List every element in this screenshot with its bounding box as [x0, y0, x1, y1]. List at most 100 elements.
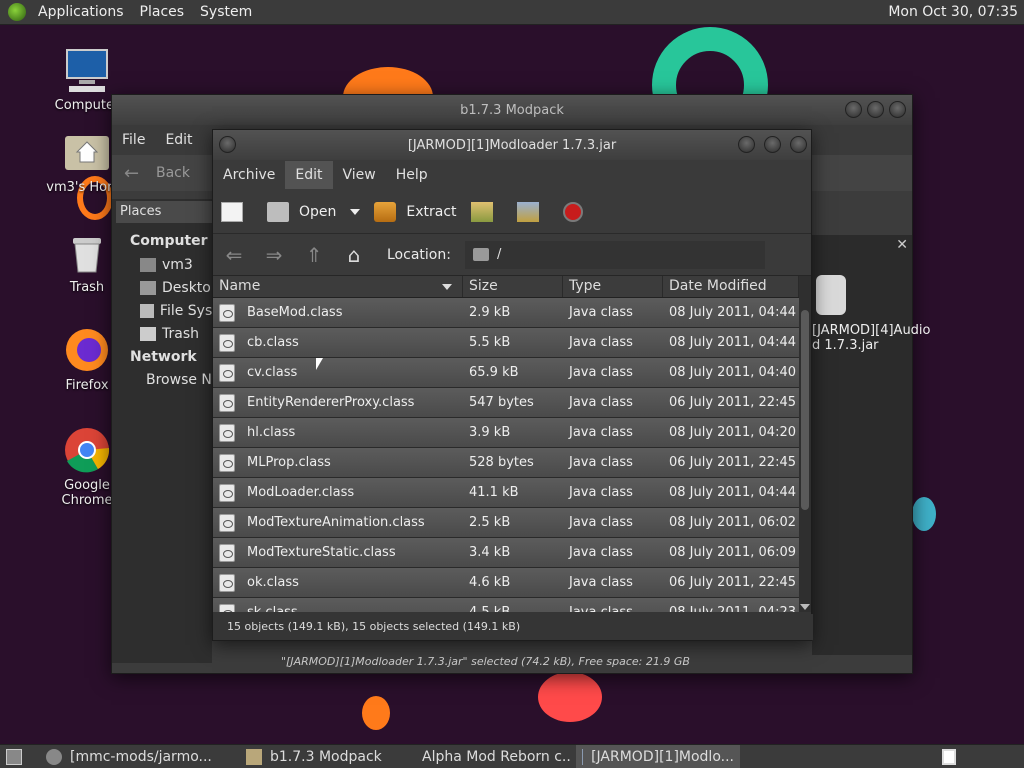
close-icon[interactable]: ✕: [896, 237, 908, 253]
menubar: Archive Edit View Help: [213, 160, 811, 190]
window-titlebar[interactable]: [JARMOD][1]Modloader 1.7.3.jar: [213, 130, 811, 160]
menu-help[interactable]: Help: [386, 161, 438, 189]
forward-arrow-icon[interactable]: ⇒: [263, 244, 285, 266]
distro-logo-icon[interactable]: [8, 3, 26, 21]
places-header[interactable]: Places: [116, 201, 212, 223]
up-arrow-icon[interactable]: ⇑: [303, 244, 325, 266]
places-menu[interactable]: Places: [132, 4, 193, 20]
file-list-rows: BaseMod.class 2.9 kB Java class 08 July 201…: [213, 298, 799, 612]
column-header-type[interactable]: Type: [563, 276, 663, 297]
scroll-down-icon[interactable]: [800, 604, 810, 610]
taskbar: [mmc-mods/jarmo... b1.7.3 Modpack Alpha …: [0, 744, 1024, 768]
file-label[interactable]: [JARMOD][4]Audio d 1.7.3.jar: [812, 323, 931, 353]
home-icon[interactable]: ⌂: [343, 244, 365, 266]
menu-edit[interactable]: Edit: [285, 161, 333, 189]
table-row[interactable]: cb.class 5.5 kB Java class 08 July 2011, 04…: [213, 328, 799, 358]
location-field[interactable]: /: [464, 240, 765, 269]
column-header-name[interactable]: Name: [213, 276, 463, 297]
maximize-button[interactable]: [764, 136, 781, 153]
file-name: sk.class: [247, 605, 298, 612]
cell-size: 2.5 kB: [469, 515, 511, 530]
column-header-size[interactable]: Size: [463, 276, 563, 297]
back-button[interactable]: Back: [156, 165, 190, 181]
maximize-button[interactable]: [867, 101, 884, 118]
close-button[interactable]: [889, 101, 906, 118]
file-name: ModTextureAnimation.class: [247, 515, 425, 530]
folder-icon: [246, 748, 262, 765]
table-row[interactable]: ok.class 4.6 kB Java class 06 July 2011, 22…: [213, 568, 799, 598]
table-row[interactable]: cv.class 65.9 kB Java class 08 July 2011, 0…: [213, 358, 799, 388]
cell-type: Java class: [569, 305, 633, 320]
sidebar-item-label: Trash: [162, 326, 199, 342]
task-label: Alpha Mod Reborn c...: [422, 748, 572, 765]
system-menu[interactable]: System: [192, 4, 260, 20]
cell-size: 2.9 kB: [469, 305, 511, 320]
cell-date: 08 July 2011, 04:40: [669, 365, 796, 380]
back-arrow-icon[interactable]: ⇐: [223, 244, 245, 266]
add-files-button[interactable]: [470, 201, 503, 222]
scrollbar-thumb[interactable]: [801, 310, 809, 510]
drive-icon: [140, 304, 154, 318]
vertical-scrollbar[interactable]: [799, 276, 811, 612]
home-folder-icon: [63, 128, 111, 176]
table-row[interactable]: hl.class 3.9 kB Java class 08 July 2011, 04…: [213, 418, 799, 448]
clock[interactable]: Mon Oct 30, 07:35: [888, 4, 1018, 20]
table-row[interactable]: sk.class 4.5 kBJava class08 July 2011, 04…: [213, 598, 799, 612]
chevron-down-icon: [350, 208, 361, 215]
minimize-button[interactable]: [738, 136, 755, 153]
close-button[interactable]: [790, 136, 807, 153]
extract-button[interactable]: Extract: [374, 201, 457, 222]
window-titlebar[interactable]: b1.7.3 Modpack: [112, 95, 912, 125]
menu-archive[interactable]: Archive: [213, 161, 285, 189]
menu-edit[interactable]: Edit: [155, 126, 202, 154]
task-chrome[interactable]: [mmc-mods/jarmo...: [40, 745, 236, 768]
back-arrow-icon[interactable]: ←: [124, 163, 139, 184]
table-row[interactable]: ModTextureAnimation.class 2.5 kB Java clas…: [213, 508, 799, 538]
table-row[interactable]: ModTextureStatic.class 3.4 kB Java class 08…: [213, 538, 799, 568]
column-header-date[interactable]: Date Modified: [663, 276, 799, 297]
menu-view[interactable]: View: [333, 161, 386, 189]
cell-date: 06 July 2011, 22:45: [669, 575, 796, 590]
applications-menu[interactable]: Applications: [30, 4, 132, 20]
cell-size: 528 bytes: [469, 455, 534, 470]
window-title: [JARMOD][1]Modloader 1.7.3.jar: [407, 137, 617, 153]
java-class-file-icon: [219, 393, 235, 412]
archive-icon: [582, 748, 584, 765]
cell-size: 41.1 kB: [469, 485, 519, 500]
wallpaper-red-blob: [538, 672, 602, 722]
file-list[interactable]: Name Size Type Date Modified BaseMod.cla…: [213, 276, 799, 612]
show-desktop-button[interactable]: [0, 745, 36, 768]
cell-type: Java class: [563, 605, 663, 612]
location-bar: ⇐ ⇒ ⇑ ⌂ Location: /: [213, 234, 811, 276]
computer-icon: [63, 46, 111, 94]
cell-name: ModLoader.class: [213, 483, 463, 502]
archive-manager-window[interactable]: [JARMOD][1]Modloader 1.7.3.jar Archive E…: [212, 129, 813, 641]
stop-button[interactable]: [562, 201, 593, 222]
window-menu-button[interactable]: [219, 136, 236, 153]
task-alpha-mod[interactable]: Alpha Mod Reborn c...: [408, 745, 572, 768]
file-view[interactable]: ✕ [JARMOD][4]Audio d 1.7.3.jar: [812, 235, 931, 655]
cell-type: Java class: [569, 365, 633, 380]
trash-icon: [63, 228, 111, 276]
open-dropdown-button[interactable]: [350, 208, 361, 215]
workspace-switcher[interactable]: [942, 749, 956, 765]
desktop-icon: [140, 281, 156, 295]
task-archive-manager[interactable]: [JARMOD][1]Modlo...: [576, 744, 740, 768]
cell-date: 08 July 2011, 04:44: [669, 335, 796, 350]
table-row[interactable]: EntityRendererProxy.class 547 bytes Java c…: [213, 388, 799, 418]
table-row[interactable]: ModLoader.class 41.1 kB Java class 08 July …: [213, 478, 799, 508]
file-name: hl.class: [247, 425, 296, 440]
table-row[interactable]: BaseMod.class 2.9 kB Java class 08 July 201…: [213, 298, 799, 328]
jar-file-icon[interactable]: [816, 275, 846, 315]
new-archive-button[interactable]: [221, 201, 253, 222]
desktop-icon-label: Firefox: [65, 378, 109, 393]
add-folder-button[interactable]: [516, 201, 549, 222]
task-file-manager[interactable]: b1.7.3 Modpack: [240, 745, 404, 768]
open-button[interactable]: Open: [267, 201, 336, 222]
cell-size: 65.9 kB: [469, 365, 519, 380]
minimize-button[interactable]: [845, 101, 862, 118]
table-row[interactable]: MLProp.class 528 bytes Java class 06 July 2…: [213, 448, 799, 478]
cell-date: 06 July 2011, 22:45: [669, 455, 796, 470]
cell-date: 08 July 2011, 04:44: [669, 305, 796, 320]
menu-file[interactable]: File: [112, 126, 155, 154]
